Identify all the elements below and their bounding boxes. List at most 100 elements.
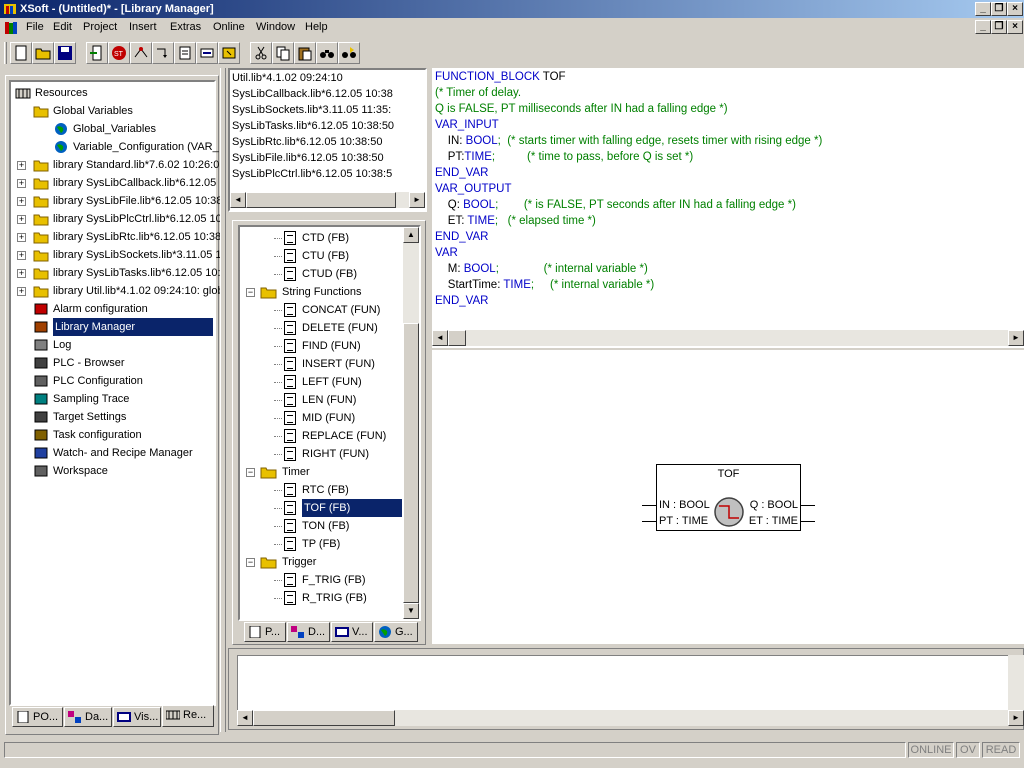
copy-button[interactable] xyxy=(272,42,294,64)
paste-button[interactable] xyxy=(294,42,316,64)
scroll-down-button[interactable]: ▼ xyxy=(403,603,419,619)
pou-tree-item[interactable]: INSERT (FUN) xyxy=(240,355,400,373)
tab-visualizations[interactable]: Vis... xyxy=(113,707,161,727)
pou-tree-item[interactable]: − Trigger xyxy=(240,553,400,571)
pou-tree-vscroll[interactable]: ▲ ▼ xyxy=(403,227,419,619)
open-button[interactable] xyxy=(32,42,54,64)
menu-project[interactable]: Project xyxy=(83,21,117,33)
message-hscroll[interactable]: ◄ ► xyxy=(237,710,1024,726)
save-button[interactable] xyxy=(54,42,76,64)
msg-scroll-right-button[interactable]: ► xyxy=(1008,710,1024,726)
pou-tree-item[interactable]: − String Functions xyxy=(240,283,400,301)
tab-datatypes[interactable]: Da... xyxy=(64,707,112,727)
resources-tree-item[interactable]: + library SysLibCallback.lib*6.12.05 1 xyxy=(11,174,225,192)
step-button[interactable] xyxy=(152,42,174,64)
message-vscroll[interactable] xyxy=(1008,655,1024,710)
minimize-button[interactable]: _ xyxy=(975,2,991,16)
resources-tree-item[interactable]: Watch- and Recipe Manager xyxy=(11,444,211,462)
resources-tree-item[interactable]: Global_Variables xyxy=(11,120,211,138)
pou-tree-item[interactable]: LEFT (FUN) xyxy=(240,373,400,391)
resources-tree-item[interactable]: Alarm configuration xyxy=(11,300,211,318)
maximize-button[interactable]: ❐ xyxy=(991,2,1007,16)
vertical-splitter[interactable] xyxy=(220,68,226,732)
doc-close-button[interactable]: × xyxy=(1007,20,1023,34)
tab-pou[interactable]: P... xyxy=(244,622,286,642)
resources-tree-item[interactable]: Sampling Trace xyxy=(11,390,211,408)
pou-tree-item[interactable]: RTC (FB) xyxy=(240,481,400,499)
code-scroll-right-button[interactable]: ► xyxy=(1008,330,1024,346)
pou-tree-item[interactable]: RIGHT (FUN) xyxy=(240,445,400,463)
library-list-item[interactable]: SysLibRtc.lib*6.12.05 10:38:50 xyxy=(232,134,422,150)
doc-minimize-button[interactable]: _ xyxy=(975,20,991,34)
resources-tree-item[interactable]: + library Util.lib*4.1.02 09:24:10: glob xyxy=(11,282,224,300)
resources-tree-item[interactable]: Variable_Configuration (VAR_ xyxy=(11,138,219,156)
tab-pous[interactable]: PO... xyxy=(12,707,63,727)
resources-tree-item[interactable]: Workspace xyxy=(11,462,211,480)
pou-tree-item[interactable]: CTU (FB) xyxy=(240,247,400,265)
resources-tree-item[interactable]: + library Standard.lib*7.6.02 10:26:0 xyxy=(11,156,219,174)
tab-globals[interactable]: G... xyxy=(374,622,418,642)
menu-edit[interactable]: Edit xyxy=(53,21,72,33)
expand-icon[interactable]: + xyxy=(17,287,26,296)
hscroll-thumb[interactable] xyxy=(246,192,396,208)
expand-icon[interactable]: + xyxy=(17,161,26,170)
collapse-icon[interactable]: − xyxy=(246,468,255,477)
breakpoint-button[interactable] xyxy=(130,42,152,64)
code-hscroll[interactable]: ◄ ► xyxy=(432,330,1024,346)
resources-tree-item[interactable]: PLC Configuration xyxy=(11,372,211,390)
expand-icon[interactable]: + xyxy=(17,215,26,224)
tab-visualization[interactable]: V... xyxy=(331,622,373,642)
pou-tree-item[interactable]: DELETE (FUN) xyxy=(240,319,400,337)
library-list-item[interactable]: Util.lib*4.1.02 09:24:10 xyxy=(232,70,422,86)
step-into-button[interactable] xyxy=(174,42,196,64)
library-list-item[interactable]: SysLibCallback.lib*6.12.05 10:38 xyxy=(232,86,422,102)
code-scroll-left-button[interactable]: ◄ xyxy=(432,330,448,346)
collapse-icon[interactable]: − xyxy=(246,558,255,567)
tab-resources[interactable]: Re... xyxy=(162,705,214,727)
pou-tree-item[interactable]: CONCAT (FUN) xyxy=(240,301,400,319)
resources-tree-item[interactable]: Library Manager xyxy=(11,318,213,336)
pou-tree-item[interactable]: LEN (FUN) xyxy=(240,391,400,409)
pou-tree-item[interactable]: MID (FUN) xyxy=(240,409,400,427)
menu-online[interactable]: Online xyxy=(213,21,245,33)
resources-tree-item[interactable]: PLC - Browser xyxy=(11,354,211,372)
menu-window[interactable]: Window xyxy=(256,21,295,33)
pou-tree-item[interactable]: R_TRIG (FB) xyxy=(240,589,400,607)
pou-tree-item[interactable]: FIND (FUN) xyxy=(240,337,400,355)
scroll-right-button[interactable]: ► xyxy=(409,192,425,208)
scroll-left-button[interactable]: ◄ xyxy=(230,192,246,208)
pou-tree-item[interactable]: TON (FB) xyxy=(240,517,400,535)
resources-tree-item[interactable]: + library SysLibRtc.lib*6.12.05 10:38 xyxy=(11,228,221,246)
resources-tree-item[interactable]: + library SysLibTasks.lib*6.12.05 10: xyxy=(11,264,221,282)
pou-tree-item[interactable]: CTD (FB) xyxy=(240,229,400,247)
find-next-button[interactable] xyxy=(338,42,360,64)
write-values-button[interactable] xyxy=(218,42,240,64)
cut-button[interactable] xyxy=(250,42,272,64)
expand-icon[interactable]: + xyxy=(17,197,26,206)
find-button[interactable] xyxy=(316,42,338,64)
new-button[interactable] xyxy=(10,42,32,64)
expand-icon[interactable]: + xyxy=(17,251,26,260)
login-button[interactable] xyxy=(86,42,108,64)
close-button[interactable]: × xyxy=(1007,2,1023,16)
stop-button[interactable]: ST xyxy=(108,42,130,64)
doc-restore-button[interactable]: ❐ xyxy=(991,20,1007,34)
pou-tree-item[interactable]: TOF (FB) xyxy=(240,499,402,517)
tab-datatype[interactable]: D... xyxy=(287,622,330,642)
pou-tree-item[interactable]: F_TRIG (FB) xyxy=(240,571,400,589)
collapse-icon[interactable]: − xyxy=(246,288,255,297)
resources-tree-item[interactable]: Task configuration xyxy=(11,426,211,444)
pou-tree-item[interactable]: REPLACE (FUN) xyxy=(240,427,400,445)
scroll-up-button[interactable]: ▲ xyxy=(403,227,419,243)
expand-icon[interactable]: + xyxy=(17,233,26,242)
library-list-item[interactable]: SysLibTasks.lib*6.12.05 10:38:50 xyxy=(232,118,422,134)
msg-scroll-left-button[interactable]: ◄ xyxy=(237,710,253,726)
resources-tree-item[interactable]: + library SysLibFile.lib*6.12.05 10:38 xyxy=(11,192,222,210)
pou-tree-item[interactable]: TP (FB) xyxy=(240,535,400,553)
msg-hscroll-thumb[interactable] xyxy=(253,710,395,726)
single-cycle-button[interactable] xyxy=(196,42,218,64)
menu-help[interactable]: Help xyxy=(305,21,328,33)
library-list-item[interactable]: SysLibSockets.lib*3.11.05 11:35: xyxy=(232,102,422,118)
resources-tree-item[interactable]: + library SysLibPlcCtrl.lib*6.12.05 10: xyxy=(11,210,225,228)
vscroll-thumb[interactable] xyxy=(403,323,419,603)
